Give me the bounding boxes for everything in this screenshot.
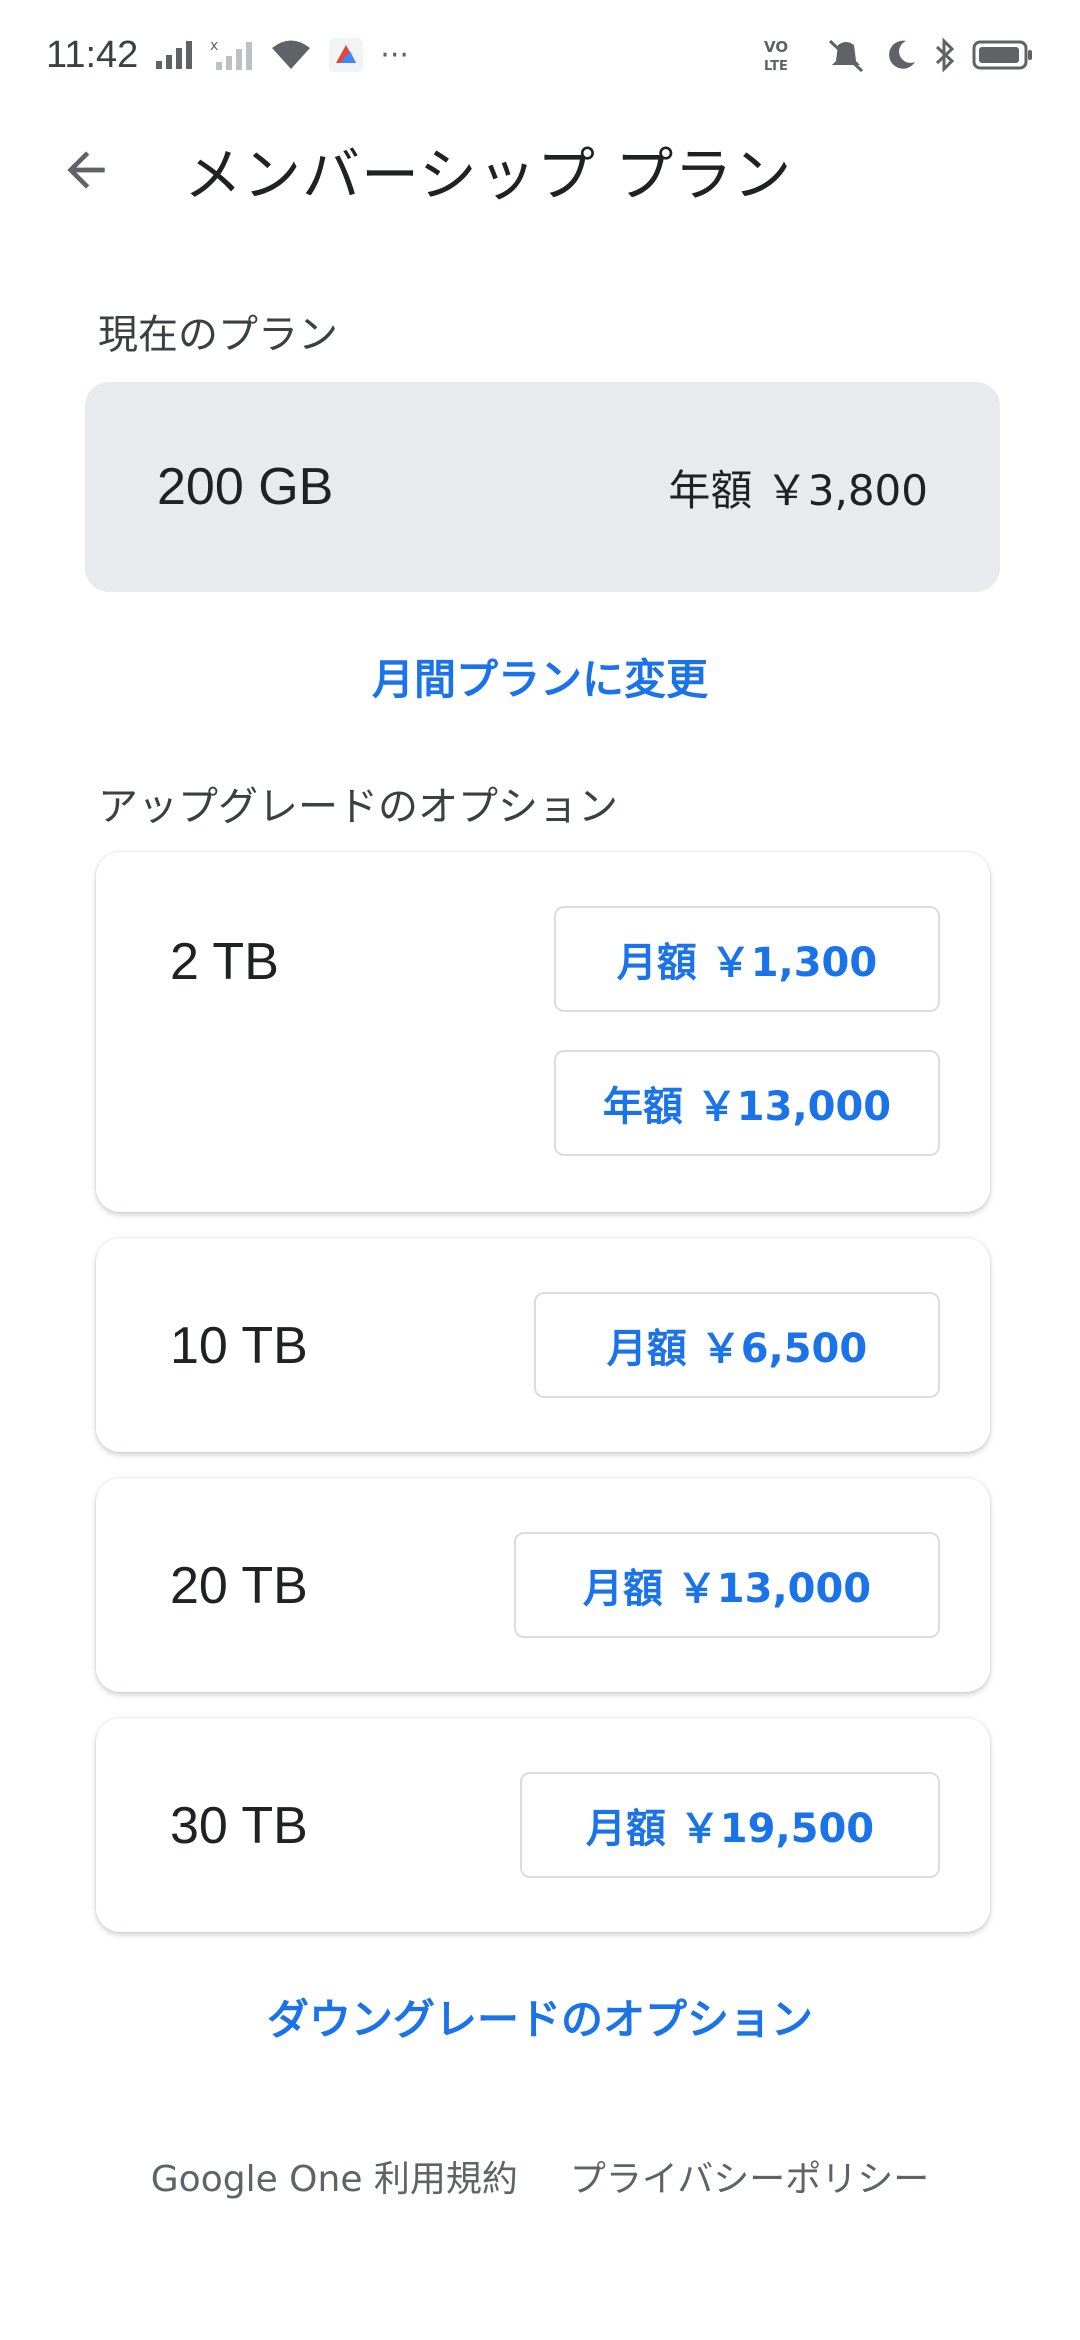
- svg-text:LTE: LTE: [764, 59, 788, 73]
- plan-card-30tb: 30 TB 月額 ￥19,500: [96, 1718, 990, 1932]
- mute-icon: [824, 37, 868, 73]
- plan-size: 30 TB: [170, 1797, 308, 1855]
- price-button-monthly[interactable]: 月額 ￥19,500: [520, 1772, 940, 1878]
- status-time: 11:42: [46, 33, 139, 76]
- volte-icon: VO LTE: [764, 37, 808, 73]
- plan-card-2tb: 2 TB 月額 ￥1,300 年額 ￥13,000: [96, 852, 990, 1212]
- status-bar: 11:42 x ··· VO LTE: [0, 0, 1080, 110]
- moon-icon: [884, 38, 918, 72]
- downgrade-options-link[interactable]: ダウングレードのオプション: [0, 1986, 1080, 2047]
- bluetooth-icon: [934, 37, 956, 73]
- plan-size: 20 TB: [170, 1557, 308, 1615]
- status-bar-right: VO LTE: [764, 37, 1034, 73]
- plan-card-10tb: 10 TB 月額 ￥6,500: [96, 1238, 990, 1452]
- back-button[interactable]: [36, 120, 136, 220]
- privacy-policy-link[interactable]: プライバシーポリシー: [570, 2150, 929, 2202]
- more-dots-icon: ···: [380, 37, 409, 73]
- current-plan-card: 200 GB 年額 ￥3,800: [85, 382, 1000, 592]
- arrow-back-icon: [58, 142, 114, 198]
- app-notification-icon: [328, 37, 364, 73]
- current-plan-price: 年額 ￥3,800: [668, 465, 928, 515]
- battery-icon: [972, 39, 1034, 71]
- plan-size: 10 TB: [170, 1317, 308, 1375]
- status-bar-left: 11:42 x ···: [46, 34, 409, 77]
- current-plan-label: 現在のプラン: [98, 312, 338, 358]
- page-title: メンバーシップ プラン: [184, 141, 793, 209]
- footer-links: Google One 利用規約 プライバシーポリシー: [0, 2150, 1080, 2202]
- app-bar: メンバーシップ プラン: [0, 110, 1080, 230]
- price-button-monthly[interactable]: 月額 ￥1,300: [554, 906, 940, 1012]
- no-signal-icon: x: [210, 38, 254, 72]
- svg-text:VO: VO: [764, 38, 788, 56]
- plan-card-20tb: 20 TB 月額 ￥13,000: [96, 1478, 990, 1692]
- terms-link[interactable]: Google One 利用規約: [151, 2150, 518, 2202]
- change-to-monthly-link[interactable]: 月間プランに変更: [0, 646, 1080, 707]
- svg-text:x: x: [210, 38, 218, 54]
- current-plan-size: 200 GB: [157, 458, 334, 516]
- plan-size: 2 TB: [170, 933, 279, 991]
- price-button-monthly[interactable]: 月額 ￥6,500: [534, 1292, 940, 1398]
- price-button-yearly[interactable]: 年額 ￥13,000: [554, 1050, 940, 1156]
- price-button-monthly[interactable]: 月額 ￥13,000: [514, 1532, 940, 1638]
- signal-icon: [154, 39, 194, 71]
- upgrade-options-label: アップグレードのオプション: [98, 784, 618, 830]
- wifi-icon: [270, 39, 312, 71]
